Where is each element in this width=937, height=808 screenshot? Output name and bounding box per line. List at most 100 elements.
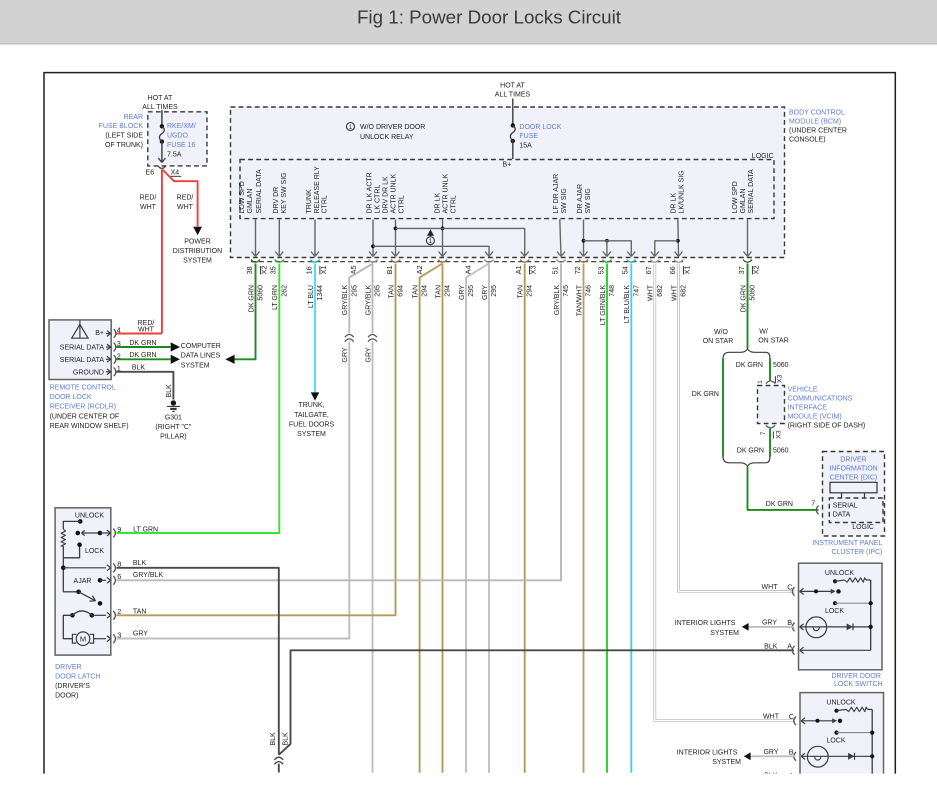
svg-text:GRY: GRY	[482, 285, 489, 300]
svg-text:G301: G301	[165, 414, 182, 421]
svg-text:BODY CONTROL: BODY CONTROL	[789, 110, 845, 117]
svg-text:GRY/BLK: GRY/BLK	[342, 285, 349, 316]
svg-text:GRY: GRY	[763, 749, 778, 756]
svg-text:5060: 5060	[773, 362, 789, 369]
svg-text:6: 6	[117, 572, 121, 581]
svg-text:TAILGATE,: TAILGATE,	[294, 412, 329, 419]
svg-text:CTRL: CTRL	[322, 195, 329, 213]
svg-text:747: 747	[633, 285, 640, 297]
svg-text:LOCK: LOCK	[825, 608, 844, 615]
svg-text:5060: 5060	[258, 285, 265, 301]
svg-text:(UNDER CENTER OF: (UNDER CENTER OF	[50, 413, 120, 420]
svg-text:GROUND: GROUND	[73, 370, 104, 377]
svg-text:15A: 15A	[519, 143, 532, 150]
svg-text:BLK: BLK	[283, 732, 290, 746]
svg-text:DRIVER: DRIVER	[840, 456, 866, 463]
svg-text:WHT: WHT	[177, 204, 194, 211]
svg-text:682: 682	[657, 285, 664, 297]
svg-text:748: 748	[609, 285, 616, 297]
svg-text:X4: X4	[171, 170, 180, 177]
svg-text:295: 295	[491, 285, 498, 297]
svg-text:5060: 5060	[773, 447, 789, 454]
svg-text:KEY SW SIG: KEY SW SIG	[281, 172, 288, 213]
svg-text:INFORMATION: INFORMATION	[829, 465, 877, 472]
svg-text:OF TRUNK): OF TRUNK)	[105, 142, 143, 149]
svg-text:B: B	[789, 748, 794, 757]
svg-text:INTERIOR LIGHTS: INTERIOR LIGHTS	[677, 750, 738, 757]
svg-text:SYSTEM: SYSTEM	[297, 431, 326, 438]
svg-text:294: 294	[422, 285, 429, 297]
svg-text:LT BLU: LT BLU	[308, 285, 315, 308]
svg-text:POWER: POWER	[184, 239, 210, 246]
svg-text:COMMUNICATIONS: COMMUNICATIONS	[788, 396, 853, 403]
svg-text:ALL TIMES: ALL TIMES	[495, 92, 531, 99]
svg-text:DR AJAR: DR AJAR	[577, 184, 584, 214]
svg-text:WHT: WHT	[762, 584, 779, 591]
svg-text:HOT AT: HOT AT	[148, 95, 173, 102]
svg-text:GRY/BLK: GRY/BLK	[133, 572, 164, 579]
svg-text:LOCK: LOCK	[826, 738, 845, 745]
svg-text:1344: 1344	[317, 285, 324, 301]
svg-text:(UNDER CENTER: (UNDER CENTER	[789, 128, 847, 135]
svg-text:W/O DRIVER DOOR: W/O DRIVER DOOR	[360, 124, 425, 131]
svg-text:DK GRN: DK GRN	[737, 447, 764, 454]
svg-text:E6: E6	[146, 170, 155, 177]
svg-text:67: 67	[644, 266, 653, 274]
svg-text:1: 1	[349, 124, 353, 131]
svg-text:INTERIOR LIGHTS: INTERIOR LIGHTS	[675, 620, 736, 627]
svg-text:LOCK: LOCK	[85, 548, 104, 555]
svg-text:TAN: TAN	[133, 609, 146, 616]
svg-text:DATA LINES: DATA LINES	[181, 353, 221, 360]
svg-text:DK GRN: DK GRN	[248, 285, 255, 312]
svg-text:LT GRN: LT GRN	[133, 526, 158, 533]
svg-text:294: 294	[445, 285, 452, 297]
svg-text:CONSOLE): CONSOLE)	[789, 137, 826, 144]
svg-text:WHT: WHT	[140, 204, 157, 211]
svg-text:MODULE (BCM): MODULE (BCM)	[789, 119, 841, 126]
svg-text:Fig 1: Power Door Locks Circui: Fig 1: Power Door Locks Circuit	[357, 7, 622, 28]
svg-text:LT GRN/BLK: LT GRN/BLK	[600, 285, 607, 326]
svg-text:TAN/WHT: TAN/WHT	[576, 284, 583, 316]
svg-text:72: 72	[573, 266, 582, 274]
svg-text:(DRIVER'S: (DRIVER'S	[55, 683, 90, 690]
svg-text:BLK: BLK	[764, 643, 778, 650]
svg-text:REMOTE CONTROL: REMOTE CONTROL	[50, 385, 116, 392]
svg-text:B+: B+	[503, 161, 512, 168]
svg-text:295: 295	[351, 285, 358, 297]
svg-text:37: 37	[737, 266, 746, 274]
svg-text:A1: A1	[514, 265, 523, 274]
svg-text:1: 1	[757, 380, 764, 384]
svg-text:CTRL: CTRL	[451, 195, 458, 213]
svg-text:UNLOCK: UNLOCK	[75, 513, 105, 520]
svg-text:SERIAL DATA: SERIAL DATA	[60, 357, 105, 364]
svg-text:SYSTEM: SYSTEM	[710, 630, 739, 637]
svg-text:DOOR): DOOR)	[55, 693, 78, 700]
svg-text:A2: A2	[415, 265, 424, 274]
svg-text:AJAR: AJAR	[74, 578, 92, 585]
svg-text:UGDO: UGDO	[167, 133, 189, 140]
svg-text:VEHICLE: VEHICLE	[788, 387, 818, 394]
svg-text:DK GRN: DK GRN	[736, 362, 763, 369]
svg-text:W/: W/	[759, 329, 768, 336]
svg-text:TRUNK: TRUNK	[306, 189, 313, 213]
svg-text:3: 3	[117, 631, 121, 640]
svg-text:RELEASE RLY: RELEASE RLY	[314, 166, 321, 214]
svg-text:C: C	[787, 583, 792, 592]
svg-text:REAR: REAR	[124, 114, 143, 121]
svg-text:LOW SPD: LOW SPD	[239, 181, 246, 213]
svg-text:COMPUTER: COMPUTER	[181, 343, 221, 350]
svg-text:LF DR AJAR: LF DR AJAR	[553, 174, 560, 214]
svg-text:CENTER (DIC): CENTER (DIC)	[830, 474, 877, 481]
svg-text:SW SIG: SW SIG	[561, 188, 568, 213]
svg-text:16: 16	[304, 266, 313, 274]
svg-text:694: 694	[398, 285, 405, 297]
svg-text:X3: X3	[776, 374, 783, 383]
svg-text:PILLAR): PILLAR)	[160, 434, 186, 441]
svg-text:TAN: TAN	[388, 285, 395, 298]
svg-text:746: 746	[586, 285, 593, 297]
svg-text:RED/: RED/	[140, 195, 157, 202]
svg-text:GRY: GRY	[133, 630, 148, 637]
svg-text:UNLOCK: UNLOCK	[826, 699, 856, 706]
svg-text:GRY: GRY	[762, 620, 777, 627]
svg-text:DRIVER: DRIVER	[55, 664, 81, 671]
